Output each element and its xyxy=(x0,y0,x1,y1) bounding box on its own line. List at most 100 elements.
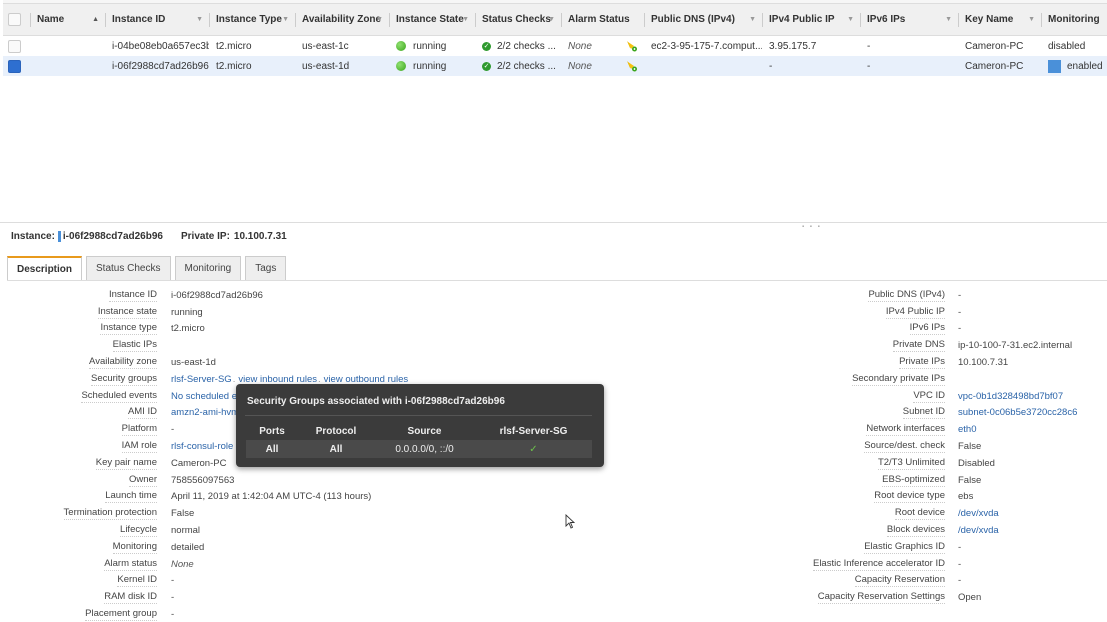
col-label: Instance Type xyxy=(216,14,282,25)
detail-value-link[interactable]: /dev/xvda xyxy=(958,508,999,519)
popover-rule-row: All All 0.0.0.0/0, ::/0 ✓ xyxy=(246,440,592,458)
tab-description[interactable]: Description xyxy=(7,256,83,280)
alarm-status-text: None xyxy=(568,40,592,52)
detail-value: - xyxy=(157,609,174,620)
detail-label-cell: Capacity Reservation Settings xyxy=(780,591,945,605)
col-header-ipv4-public-ip[interactable]: IPv4 Public IP ▼ xyxy=(762,4,860,35)
detail-value-text: ebs xyxy=(958,491,974,503)
instance-label: Instance: xyxy=(11,231,55,242)
detail-label: Capacity Reservation Settings xyxy=(817,591,945,605)
detail-value: - xyxy=(945,290,961,301)
detail-label-cell: Network interfaces xyxy=(780,423,945,437)
detail-value: - xyxy=(157,424,174,435)
detail-value-text: - xyxy=(958,558,962,570)
detail-value-text: - xyxy=(171,575,175,587)
detail-value: eth0 xyxy=(945,424,977,435)
col-label: IPv6 IPs xyxy=(867,14,906,25)
detail-label-cell: Monitoring xyxy=(0,541,157,554)
tab-tags[interactable]: Tags xyxy=(245,256,287,280)
detail-value-link[interactable]: vpc-0b1d328498bd7bf07 xyxy=(958,391,1063,402)
detail-value: - xyxy=(945,575,961,586)
detail-label-cell: Key pair name xyxy=(0,457,157,470)
col-header-instance-state[interactable]: Instance State ▼ xyxy=(389,4,475,35)
detail-label: Public DNS (IPv4) xyxy=(868,288,945,302)
monitoring-text: enabled xyxy=(1067,60,1103,72)
tab-monitoring[interactable]: Monitoring xyxy=(174,256,242,280)
detail-label: AMI ID xyxy=(127,406,157,420)
cell-key-name: Cameron-PC xyxy=(965,60,1024,72)
col-header-instance-id[interactable]: Instance ID ▼ xyxy=(105,4,209,35)
detail-value-link[interactable]: rlsf-Server-SG xyxy=(171,374,232,385)
sort-icon[interactable]: ▼ xyxy=(548,16,555,23)
detail-value: rlsf-consul-role xyxy=(157,441,233,452)
detail-label: Scheduled events xyxy=(81,389,157,403)
detail-label-cell: Public DNS (IPv4) xyxy=(780,289,945,302)
cell-status-checks: ✓ 2/2 checks ... xyxy=(475,56,561,76)
running-status-icon xyxy=(396,61,406,71)
detail-label-cell: Elastic Inference accelerator ID xyxy=(780,558,945,571)
detail-label: Block devices xyxy=(886,524,945,538)
detail-value-link[interactable]: amzn2-ami-hvm xyxy=(171,407,239,418)
detail-value: t2.micro xyxy=(157,323,205,334)
sort-icon[interactable]: ▼ xyxy=(196,16,203,23)
sort-icon[interactable]: ▼ xyxy=(282,16,289,23)
col-header-key-name[interactable]: Key Name ▼ xyxy=(958,4,1041,35)
detail-label: Elastic Inference accelerator ID xyxy=(812,557,945,571)
cell-ipv4-public-ip: 3.95.175.7 xyxy=(769,40,817,52)
detail-value: detailed xyxy=(157,542,204,553)
row-checkbox-checked[interactable] xyxy=(8,59,21,73)
col-header-availability-zone[interactable]: Availability Zone ▼ xyxy=(295,4,389,35)
private-ip-value: 10.100.7.31 xyxy=(233,231,287,242)
detail-value-text: False xyxy=(171,508,195,520)
detail-value: /dev/xvda xyxy=(945,508,999,519)
col-header-public-dns[interactable]: Public DNS (IPv4) ▼ xyxy=(644,4,762,35)
col-header-name[interactable]: Name ▲ xyxy=(30,4,105,35)
detail-label: Elastic Graphics ID xyxy=(864,540,945,554)
col-header-alarm-status[interactable]: Alarm Status xyxy=(561,4,644,35)
table-row-selected[interactable]: i-06f2988cd7ad26b96 t2.micro us-east-1d … xyxy=(3,56,1107,76)
link-separator: . xyxy=(232,373,236,385)
detail-value-link[interactable]: subnet-0c06b5e3720cc28c6 xyxy=(958,407,1077,418)
detail-label-cell: Private IPs xyxy=(780,356,945,370)
col-header-ipv6-ips[interactable]: IPv6 IPs ▼ xyxy=(860,4,958,35)
cell-monitoring: disabled xyxy=(1041,36,1107,56)
detail-label: Instance state xyxy=(97,305,157,319)
header-protocol: Protocol xyxy=(315,426,357,437)
detail-value: - xyxy=(945,559,961,570)
detail-value-link[interactable]: /dev/xvda xyxy=(958,525,999,536)
tab-status-checks[interactable]: Status Checks xyxy=(86,256,171,280)
security-groups-popover: Security Groups associated with i-06f298… xyxy=(236,384,604,467)
sort-icon[interactable]: ▼ xyxy=(376,16,383,23)
detail-label-cell: Launch time xyxy=(0,490,157,504)
create-alarm-icon[interactable] xyxy=(626,40,638,52)
sort-icon[interactable]: ▼ xyxy=(847,16,854,23)
detail-label: Instance type xyxy=(100,322,157,336)
sort-icon[interactable]: ▼ xyxy=(945,16,952,23)
table-row[interactable]: i-04be08eb0a657ec3b t2.micro us-east-1c … xyxy=(3,36,1107,56)
resize-grip-icon[interactable]: ▪ ▪ ▪ xyxy=(802,224,822,230)
detail-value-link[interactable]: rlsf-consul-role xyxy=(171,441,233,452)
col-header-status-checks[interactable]: Status Checks ▼ xyxy=(475,4,561,35)
detail-label-cell: Owner xyxy=(0,474,157,487)
detail-value-text: - xyxy=(958,306,962,318)
col-header-instance-type[interactable]: Instance Type ▼ xyxy=(209,4,295,35)
row-checkbox[interactable] xyxy=(8,39,21,53)
col-header-monitoring[interactable]: Monitoring xyxy=(1041,4,1107,35)
detail-label-cell: Lifecycle xyxy=(0,524,157,538)
status-checks-text: 2/2 checks ... xyxy=(497,40,556,52)
tab-underline xyxy=(7,280,1107,281)
sort-icon[interactable]: ▼ xyxy=(1028,16,1035,23)
detail-label: Elastic IPs xyxy=(112,339,157,353)
private-ip-label: Private IP: xyxy=(180,231,230,242)
create-alarm-icon[interactable] xyxy=(626,60,638,72)
detail-label-cell: Subnet ID xyxy=(780,406,945,420)
detail-row: Launch time April 11, 2019 at 1:42:04 AM … xyxy=(0,489,408,506)
sort-icon[interactable]: ▼ xyxy=(462,16,469,23)
detail-label-cell: IAM role xyxy=(0,440,157,454)
sort-icon[interactable]: ▼ xyxy=(749,16,756,23)
detail-value-link[interactable]: eth0 xyxy=(958,424,977,435)
select-all-checkbox[interactable] xyxy=(8,13,21,26)
detail-value: Disabled xyxy=(945,458,995,469)
cell-alarm-status: None xyxy=(561,56,644,76)
sort-asc-icon[interactable]: ▲ xyxy=(92,16,99,23)
